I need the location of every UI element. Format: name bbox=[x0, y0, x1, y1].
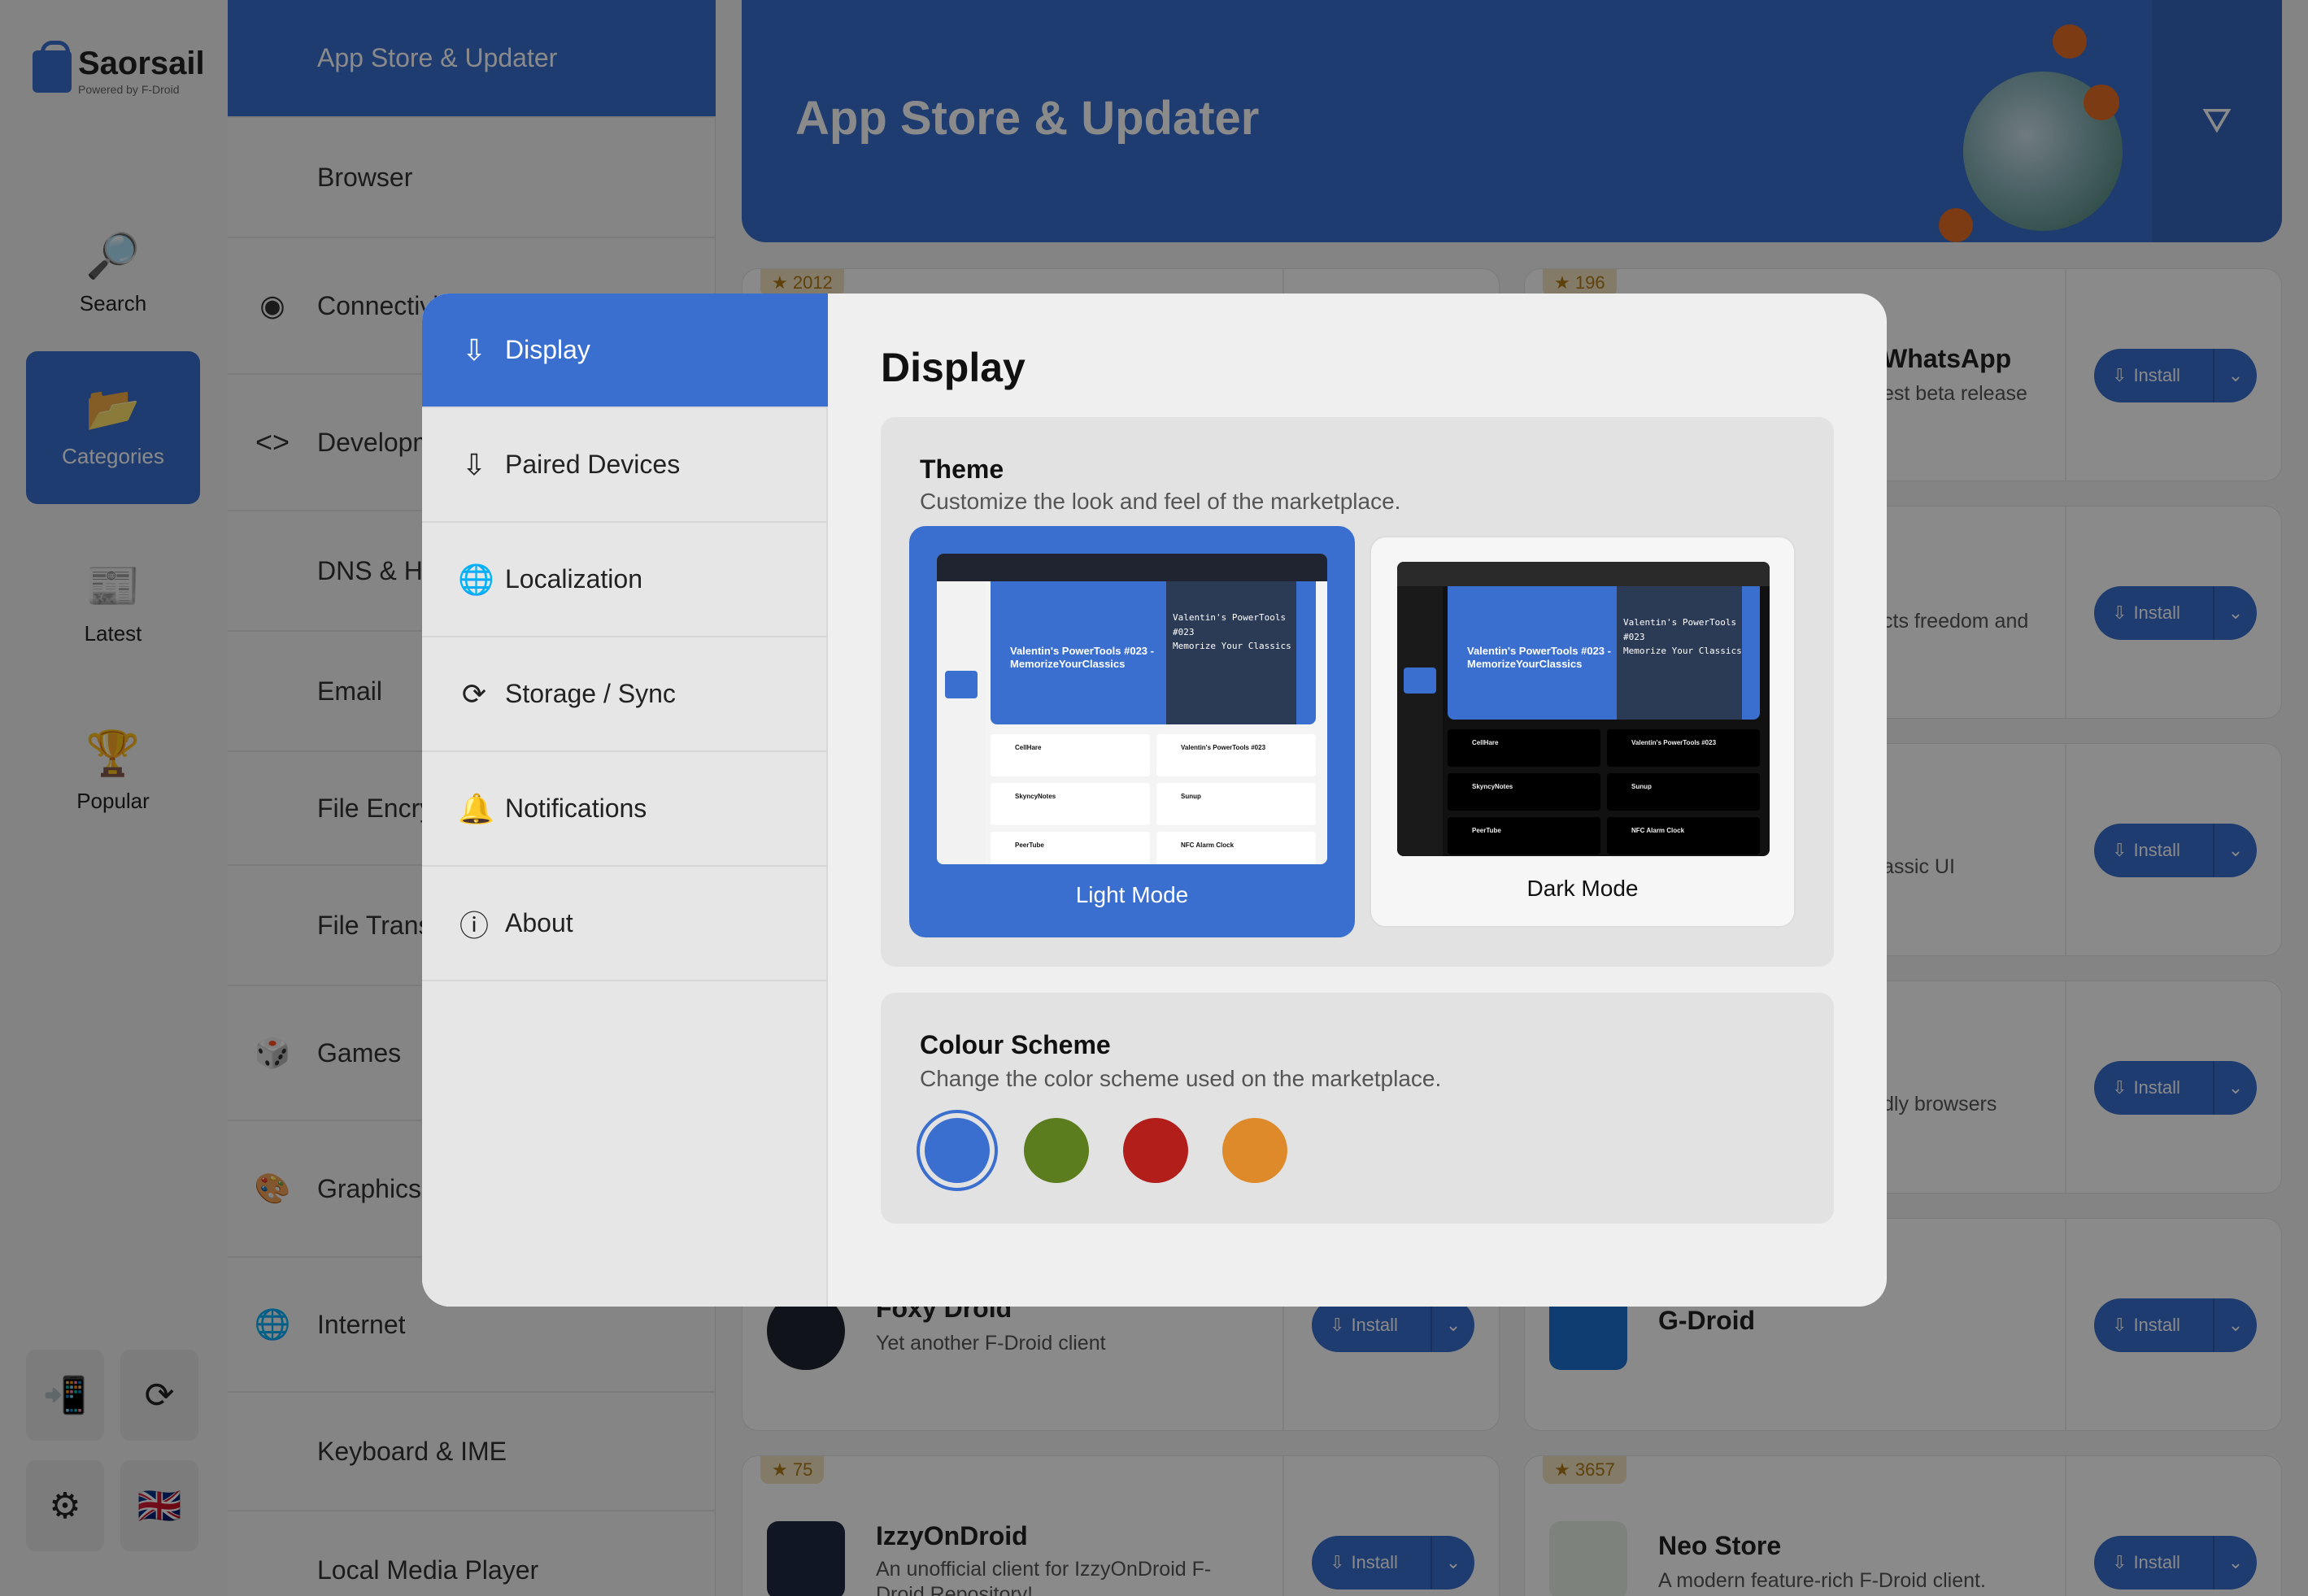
info-icon: ⓘ bbox=[459, 908, 489, 942]
nav-label: About bbox=[505, 908, 573, 937]
nav-label: Paired Devices bbox=[505, 450, 681, 479]
colour-scheme-panel: Colour Scheme Change the color scheme us… bbox=[881, 993, 1834, 1224]
theme-panel: Theme Customize the look and feel of the… bbox=[881, 417, 1834, 967]
bell-icon: 🔔 bbox=[458, 791, 494, 825]
globe-icon: 🌐 bbox=[458, 562, 494, 596]
modal-title: Display bbox=[881, 345, 1026, 390]
theme-label-light: Light Mode bbox=[1075, 882, 1189, 907]
colour-swatch-orange[interactable] bbox=[1222, 1118, 1287, 1183]
settings-nav-display[interactable]: ⇩ Display bbox=[422, 294, 828, 408]
settings-nav-about[interactable]: ⓘ About bbox=[422, 867, 828, 981]
preview-banner-text: Valentin's PowerTools #023 - MemorizeYou… bbox=[1010, 645, 1154, 670]
dark-mode-preview: Valentin's PowerTools #023 - MemorizeYou… bbox=[1397, 562, 1770, 856]
nav-label: Notifications bbox=[505, 794, 647, 823]
theme-description: Customize the look and feel of the marke… bbox=[920, 489, 1401, 514]
colour-swatch-blue[interactable] bbox=[917, 1110, 998, 1191]
colour-scheme-title: Colour Scheme bbox=[920, 1030, 1111, 1059]
colour-swatch-green[interactable] bbox=[1024, 1118, 1089, 1183]
sync-icon: ⟳ bbox=[461, 676, 487, 711]
theme-option-light[interactable]: Valentin's PowerTools #023 - MemorizeYou… bbox=[909, 526, 1355, 937]
light-mode-preview: Valentin's PowerTools #023 - MemorizeYou… bbox=[937, 554, 1327, 864]
colour-swatch-red[interactable] bbox=[1123, 1118, 1188, 1183]
settings-nav-notifications[interactable]: 🔔 Notifications bbox=[422, 752, 828, 867]
theme-title: Theme bbox=[920, 454, 1004, 484]
display-icon: ⇩ bbox=[461, 333, 487, 367]
preview-code-title: Valentin's PowerTools #023 Memorize Your … bbox=[1623, 617, 1742, 657]
settings-modal: ⇩ Display ⇩ Paired Devices 🌐 Localizatio… bbox=[422, 294, 1887, 1307]
theme-label-dark: Dark Mode bbox=[1526, 876, 1639, 901]
settings-nav-storage-sync[interactable]: ⟳ Storage / Sync bbox=[422, 637, 828, 752]
settings-nav: ⇩ Display ⇩ Paired Devices 🌐 Localizatio… bbox=[422, 294, 828, 1307]
nav-label: Display bbox=[505, 335, 590, 364]
nav-label: Localization bbox=[505, 564, 642, 594]
nav-label: Storage / Sync bbox=[505, 679, 676, 708]
theme-option-dark[interactable]: Valentin's PowerTools #023 - MemorizeYou… bbox=[1370, 536, 1796, 928]
device-icon: ⇩ bbox=[461, 447, 487, 481]
colour-scheme-description: Change the color scheme used on the mark… bbox=[920, 1066, 1442, 1091]
settings-nav-paired-devices[interactable]: ⇩ Paired Devices bbox=[422, 408, 828, 523]
settings-nav-localization[interactable]: 🌐 Localization bbox=[422, 523, 828, 637]
preview-code-title: Valentin's PowerTools #023 Memorize Your … bbox=[1173, 612, 1291, 652]
